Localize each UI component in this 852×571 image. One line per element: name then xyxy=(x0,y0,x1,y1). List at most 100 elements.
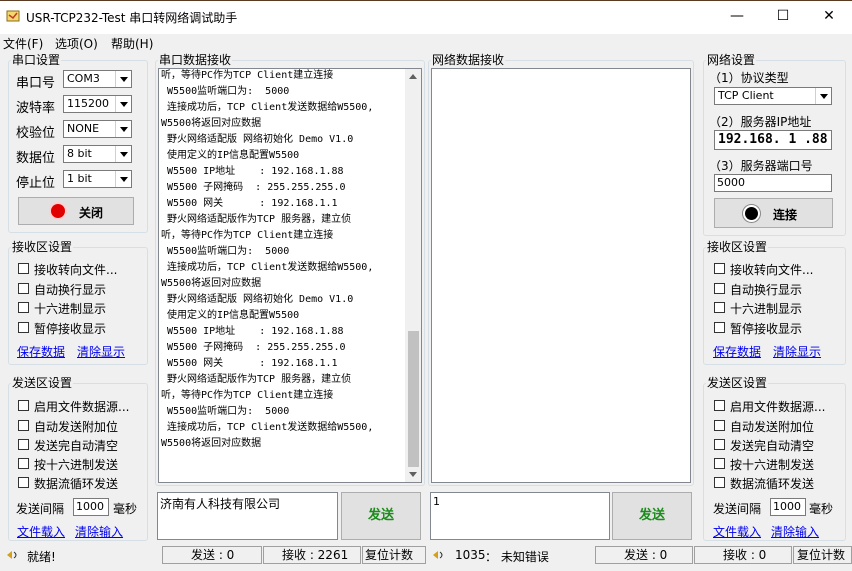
status-received-count: 接收 : 2261 xyxy=(263,546,361,564)
serial-receive-scrollbar[interactable] xyxy=(405,69,421,482)
close-port-label: 关闭 xyxy=(79,206,104,220)
server-ip-input[interactable]: 192.168. 1 .88 xyxy=(714,130,832,150)
right-interval-label: 发送间隔 xyxy=(713,502,762,516)
right-recv-opt-1-checkbox[interactable] xyxy=(714,263,725,274)
port-select[interactable]: COM3 xyxy=(63,70,132,88)
serial-settings-title: 串口设置 xyxy=(12,53,61,67)
left-clear-display-link[interactable]: 清除显示 xyxy=(77,343,125,360)
log-line: W5500监听端口为: 5000 xyxy=(161,406,290,417)
right-send-opt-5-checkbox[interactable] xyxy=(714,477,725,488)
scroll-down-icon[interactable] xyxy=(409,472,417,477)
left-recv-opt-1-label: 接收转向文件... xyxy=(34,263,118,277)
protocol-select[interactable]: TCP Client xyxy=(714,87,832,105)
close-window-button[interactable]: ✕ xyxy=(806,0,852,34)
network-send-button[interactable]: 发送 xyxy=(612,492,692,540)
baud-label: 波特率 xyxy=(16,101,56,116)
serial-send-textarea[interactable]: 济南有人科技有限公司 xyxy=(157,492,338,540)
left-save-data-link[interactable]: 保存数据 xyxy=(17,343,65,360)
connect-button[interactable]: 连接 xyxy=(714,198,833,228)
error-code: 1035 xyxy=(455,548,486,562)
left-send-opt-4-checkbox[interactable] xyxy=(18,458,29,469)
network-settings-title: 网络设置 xyxy=(707,53,756,67)
log-line: 听，等待PC作为TCP Client建立连接 xyxy=(161,70,334,81)
left-clear-input-link[interactable]: 清除输入 xyxy=(75,523,123,540)
right-save-data-link[interactable]: 保存数据 xyxy=(713,343,761,360)
right-recv-opt-4-checkbox[interactable] xyxy=(714,322,725,333)
log-line: 听，等待PC作为TCP Client建立连接 xyxy=(161,230,334,241)
menu-file[interactable]: 文件(F) xyxy=(3,35,43,52)
left-send-opt-3-checkbox[interactable] xyxy=(18,439,29,450)
log-line: W5500 网关 : 192.168.1.1 xyxy=(161,198,338,209)
port-label: 串口号 xyxy=(16,76,56,91)
chevron-down-icon xyxy=(815,88,831,104)
parity-value: NONE xyxy=(67,122,100,135)
right-interval-input[interactable]: 1000 xyxy=(770,498,806,516)
left-reset-count-button[interactable]: 复位计数 xyxy=(362,546,426,564)
app-icon xyxy=(6,10,20,22)
error-text: ： 未知错误 xyxy=(485,550,549,564)
right-recv-opt-2-checkbox[interactable] xyxy=(714,283,725,294)
right-clear-input-link[interactable]: 清除输入 xyxy=(771,523,819,540)
log-line: 连接成功后，TCP Client发送数据给W5500, xyxy=(161,422,374,433)
stopbits-select[interactable]: 1 bit xyxy=(63,170,132,188)
right-clear-display-link[interactable]: 清除显示 xyxy=(773,343,821,360)
left-send-opt-1-checkbox[interactable] xyxy=(18,400,29,411)
right-send-opt-3-checkbox[interactable] xyxy=(714,439,725,450)
log-line: W5500 子网掩码 : 255.255.255.0 xyxy=(161,342,346,353)
right-send-opt-4-checkbox[interactable] xyxy=(714,458,725,469)
right-send-opt-4-label: 按十六进制发送 xyxy=(730,458,815,472)
stopbits-label: 停止位 xyxy=(16,176,56,191)
left-send-opt-5-label: 数据流循环发送 xyxy=(34,477,119,491)
left-interval-input[interactable]: 1000 xyxy=(73,498,109,516)
protocol-value: TCP Client xyxy=(718,89,774,102)
serial-send-button[interactable]: 发送 xyxy=(341,492,421,540)
left-recv-opt-2-checkbox[interactable] xyxy=(18,283,29,294)
parity-label: 校验位 xyxy=(16,126,56,141)
left-file-load-link[interactable]: 文件载入 xyxy=(17,523,65,540)
log-line: 野火网络适配版 网络初始化 Demo V1.0 xyxy=(161,134,354,145)
right-reset-count-button[interactable]: 复位计数 xyxy=(793,546,852,564)
right-send-opt-1-checkbox[interactable] xyxy=(714,400,725,411)
serial-receive-log: 听，等待PC作为TCP Client建立连接 W5500监听端口为: 5000 … xyxy=(159,69,405,452)
chevron-down-icon xyxy=(115,71,131,87)
log-line: 连接成功后，TCP Client发送数据给W5500, xyxy=(161,262,374,273)
serial-receive-textarea[interactable]: 听，等待PC作为TCP Client建立连接 W5500监听端口为: 5000 … xyxy=(158,68,422,483)
network-receive-textarea[interactable] xyxy=(431,68,691,483)
left-send-settings-title: 发送区设置 xyxy=(12,376,73,390)
databits-select[interactable]: 8 bit xyxy=(63,145,132,163)
log-line: W5500 IP地址 : 192.168.1.88 xyxy=(161,166,344,177)
network-send-textarea[interactable]: 1 xyxy=(430,492,610,540)
maximize-button[interactable]: ☐ xyxy=(760,0,806,34)
menu-help[interactable]: 帮助(H) xyxy=(111,35,153,52)
right-send-opt-2-checkbox[interactable] xyxy=(714,420,725,431)
right-file-load-link[interactable]: 文件载入 xyxy=(713,523,761,540)
left-interval-unit: 毫秒 xyxy=(113,502,138,516)
right-status-sent-count: 发送 : 0 xyxy=(595,546,693,564)
minimize-button[interactable]: — xyxy=(714,0,760,34)
left-send-opt-4-label: 按十六进制发送 xyxy=(34,458,119,472)
left-send-opt-2-checkbox[interactable] xyxy=(18,420,29,431)
log-line: 使用定义的IP信息配置W5500 xyxy=(161,150,300,161)
left-recv-opt-2-label: 自动换行显示 xyxy=(34,283,107,297)
left-send-opt-3-label: 发送完自动清空 xyxy=(34,439,119,453)
right-send-opt-3-label: 发送完自动清空 xyxy=(730,439,815,453)
close-port-button[interactable]: 关闭 xyxy=(18,197,134,225)
left-recv-opt-3-checkbox[interactable] xyxy=(18,302,29,313)
scroll-thumb[interactable] xyxy=(408,331,419,467)
server-port-input[interactable]: 5000 xyxy=(714,174,832,192)
server-port-label: （3）服务器端口号 xyxy=(709,159,813,173)
chevron-down-icon xyxy=(115,121,131,137)
left-send-opt-2-label: 自动发送附加位 xyxy=(34,420,119,434)
right-send-opt-2-label: 自动发送附加位 xyxy=(730,420,815,434)
left-recv-opt-1-checkbox[interactable] xyxy=(18,263,29,274)
log-line: 野火网络适配版作为TCP 服务器，建立侦 xyxy=(161,374,352,385)
baud-select[interactable]: 115200 xyxy=(63,95,132,113)
stopbits-value: 1 bit xyxy=(67,172,92,185)
menu-options[interactable]: 选项(O) xyxy=(55,35,98,52)
scroll-up-icon[interactable] xyxy=(409,74,417,79)
left-recv-opt-4-checkbox[interactable] xyxy=(18,322,29,333)
right-recv-opt-3-checkbox[interactable] xyxy=(714,302,725,313)
parity-select[interactable]: NONE xyxy=(63,120,132,138)
left-send-opt-5-checkbox[interactable] xyxy=(18,477,29,488)
right-recv-opt-4-label: 暂停接收显示 xyxy=(730,322,803,336)
